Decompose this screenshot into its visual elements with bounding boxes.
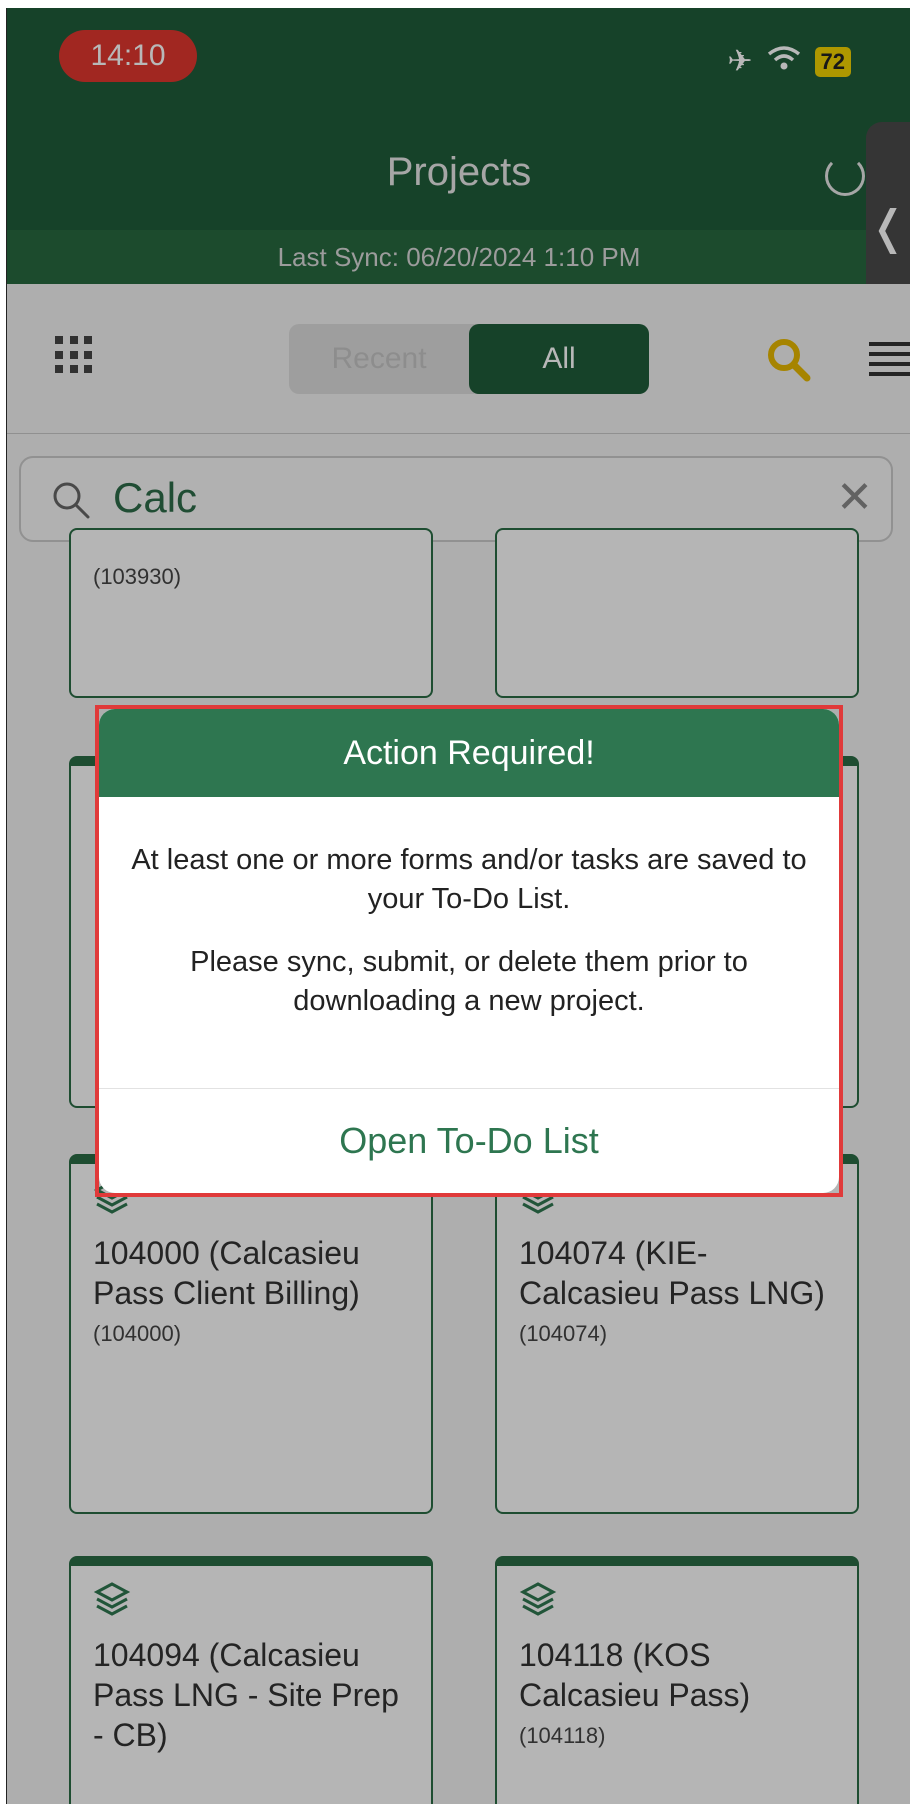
project-name: 104074 (KIE-Calcasieu Pass LNG) — [519, 1235, 825, 1311]
page-title: Projects — [386, 150, 532, 194]
project-card[interactable]: 104118 (KOS Calcasieu Pass) (104118) — [495, 1556, 859, 1804]
status-time: 14:10 — [59, 30, 197, 82]
dialog-message: At least one or more forms and/or tasks … — [99, 797, 839, 1039]
layers-icon — [519, 1582, 557, 1616]
sync-icon[interactable] — [825, 156, 865, 196]
action-required-dialog: Action Required! At least one or more fo… — [99, 709, 839, 1193]
project-card[interactable]: 104074 (KIE-Calcasieu Pass LNG) (104074) — [495, 1154, 859, 1514]
grid-view-icon[interactable] — [55, 336, 93, 374]
toolbar: Recent All — [7, 284, 910, 434]
layers-icon — [93, 1582, 131, 1616]
airplane-icon: ✈ — [727, 45, 753, 78]
dialog-message-1: At least one or more forms and/or tasks … — [131, 844, 807, 915]
project-code: (104118) — [519, 1723, 606, 1748]
project-card[interactable] — [495, 528, 859, 698]
clear-icon[interactable]: ✕ — [836, 472, 873, 523]
project-card[interactable]: 104000 (Calcasieu Pass Client Billing) (… — [69, 1154, 433, 1514]
project-code: (104074) — [519, 1321, 608, 1346]
search-value: Calc — [113, 474, 198, 521]
open-todo-list-button[interactable]: Open To-Do List — [99, 1089, 839, 1193]
battery-icon: 72 — [814, 46, 851, 77]
dialog-title: Action Required! — [99, 709, 839, 797]
project-name: 104118 (KOS Calcasieu Pass) — [519, 1637, 751, 1713]
list-view-icon[interactable] — [869, 342, 910, 380]
app-screen: 14:10 ✈ 72 Projects Last Sync: 06/20/202… — [6, 8, 910, 1804]
project-code: (103930) — [93, 564, 182, 589]
project-name: 104094 (Calcasieu Pass LNG - Site Prep -… — [93, 1637, 399, 1753]
app-header: 14:10 ✈ 72 Projects Last Sync: 06/20/202… — [7, 8, 910, 284]
magnifier-icon — [53, 482, 90, 519]
project-name: 104000 (Calcasieu Pass Client Billing) — [93, 1235, 360, 1311]
wifi-icon — [767, 45, 801, 79]
dialog-message-2: Please sync, submit, or delete them prio… — [190, 946, 748, 1017]
segmented-control: Recent All — [289, 324, 649, 394]
search-icon[interactable] — [765, 336, 811, 382]
project-code: (104000) — [93, 1321, 182, 1346]
project-card[interactable]: (103930) — [69, 528, 433, 698]
tab-recent[interactable]: Recent — [289, 324, 469, 394]
status-icons: ✈ 72 — [727, 44, 851, 79]
tab-all[interactable]: All — [469, 324, 649, 394]
project-card[interactable]: 104094 (Calcasieu Pass LNG - Site Prep -… — [69, 1556, 433, 1804]
last-sync-label: Last Sync: 06/20/2024 1:10 PM — [7, 230, 910, 284]
